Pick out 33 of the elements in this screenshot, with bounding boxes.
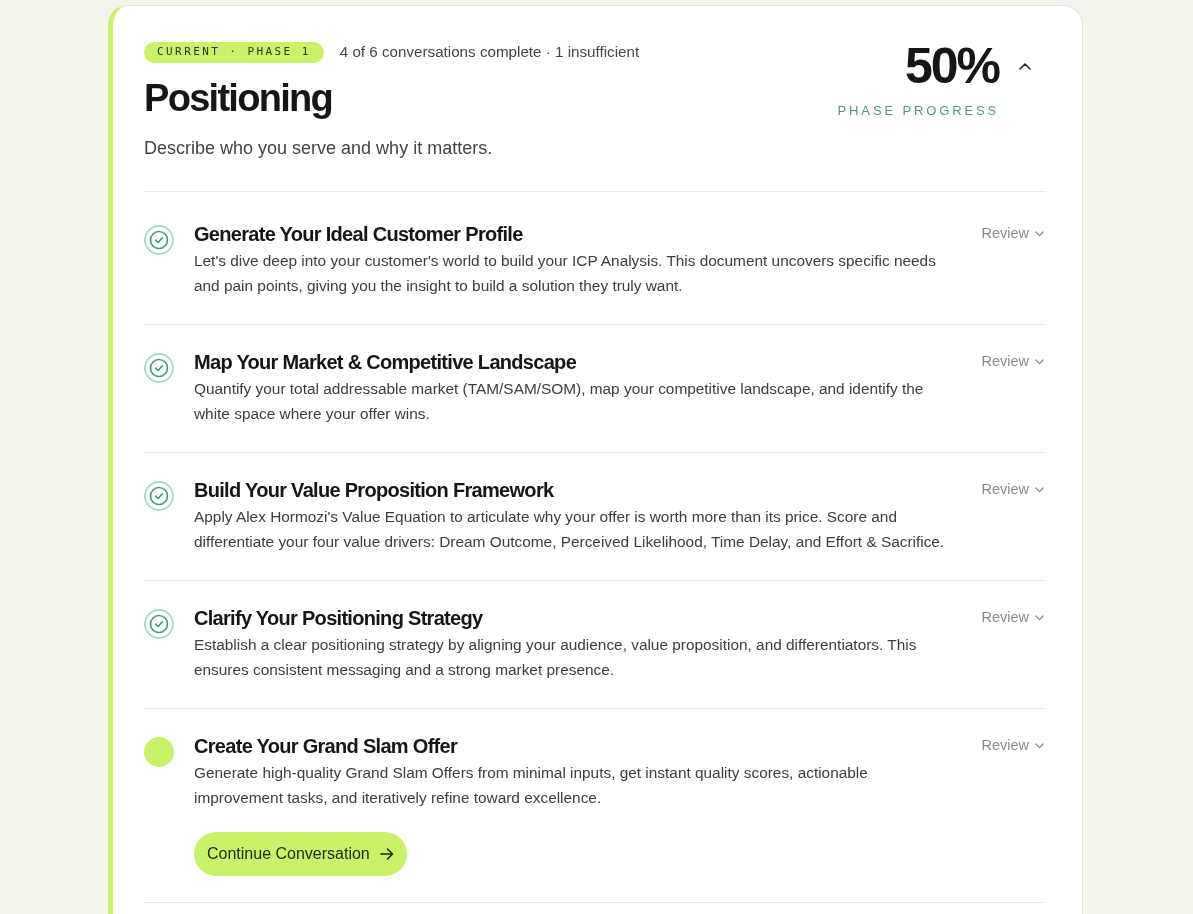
review-button[interactable]: Review xyxy=(981,219,1046,248)
chevron-down-icon xyxy=(1035,230,1044,237)
conversation-title: Build Your Value Proposition Framework xyxy=(194,477,554,503)
review-button[interactable]: Review xyxy=(981,603,1046,632)
conversation-description: Quantify your total addressable market (TAM/SAM/SOM), map your competitive landscape, and identify the white space where your offer wins. xyxy=(194,378,925,424)
arrow-right-icon xyxy=(379,847,394,860)
check-circle-icon xyxy=(144,480,174,511)
chevron-down-icon xyxy=(1035,742,1044,749)
phase-badge: CURRENT · PHASE 1 xyxy=(144,41,324,63)
check-circle-icon xyxy=(144,352,174,383)
conversation-title: Clarify Your Positioning Strategy xyxy=(194,605,483,631)
phase-title: Positioning xyxy=(144,75,334,120)
conversation-title: Create Your Grand Slam Offer xyxy=(194,733,458,759)
conversation-title: Map Your Market & Competitive Landscape xyxy=(194,349,577,375)
check-circle-icon xyxy=(144,608,174,639)
phase-status-text: 4 of 6 conversations complete · 1 insufficient xyxy=(339,42,640,62)
caret-up-icon xyxy=(1019,62,1031,70)
review-button[interactable]: Review xyxy=(981,475,1046,504)
conversation-description: Generate high-quality Grand Slam Offers from minimal inputs, get instant quality scores, actionable improvement tasks, and iteratively refine toward excellence. xyxy=(194,762,869,808)
conversation-description: Apply Alex Hormozi's Value Equation to articulate why your offer is worth more than its price. Score and differentiate your four value drivers: Dream Outcome, Perceived Likelihood, Time Delay, and Effort & Sacrifice. xyxy=(194,506,946,552)
continue-button[interactable]: Continue Conversation xyxy=(194,831,407,876)
chevron-down-icon xyxy=(1035,486,1044,493)
conversation-description: Let's dive deep into your customer's world to build your ICP Analysis. This document uncovers specific needs and pain points, giving you the insight to build a solution they truly want. xyxy=(194,250,937,296)
check-circle-icon xyxy=(144,224,174,255)
conversation-title: Generate Your Ideal Customer Profile xyxy=(194,221,523,247)
chevron-down-icon xyxy=(1035,358,1044,365)
chevron-down-icon xyxy=(1035,614,1044,621)
review-button[interactable]: Review xyxy=(981,731,1046,760)
progress-label: PHASE PROGRESS xyxy=(837,103,999,119)
conversation-description: Establish a clear positioning strategy by aligning your audience, value proposition, and differentiators. This ensures consistent messaging and a strong market presence. xyxy=(194,634,918,680)
phase-description: Describe who you serve and why it matters. xyxy=(144,136,494,160)
review-button[interactable]: Review xyxy=(981,347,1046,376)
progress-percent: 50% xyxy=(904,41,999,91)
